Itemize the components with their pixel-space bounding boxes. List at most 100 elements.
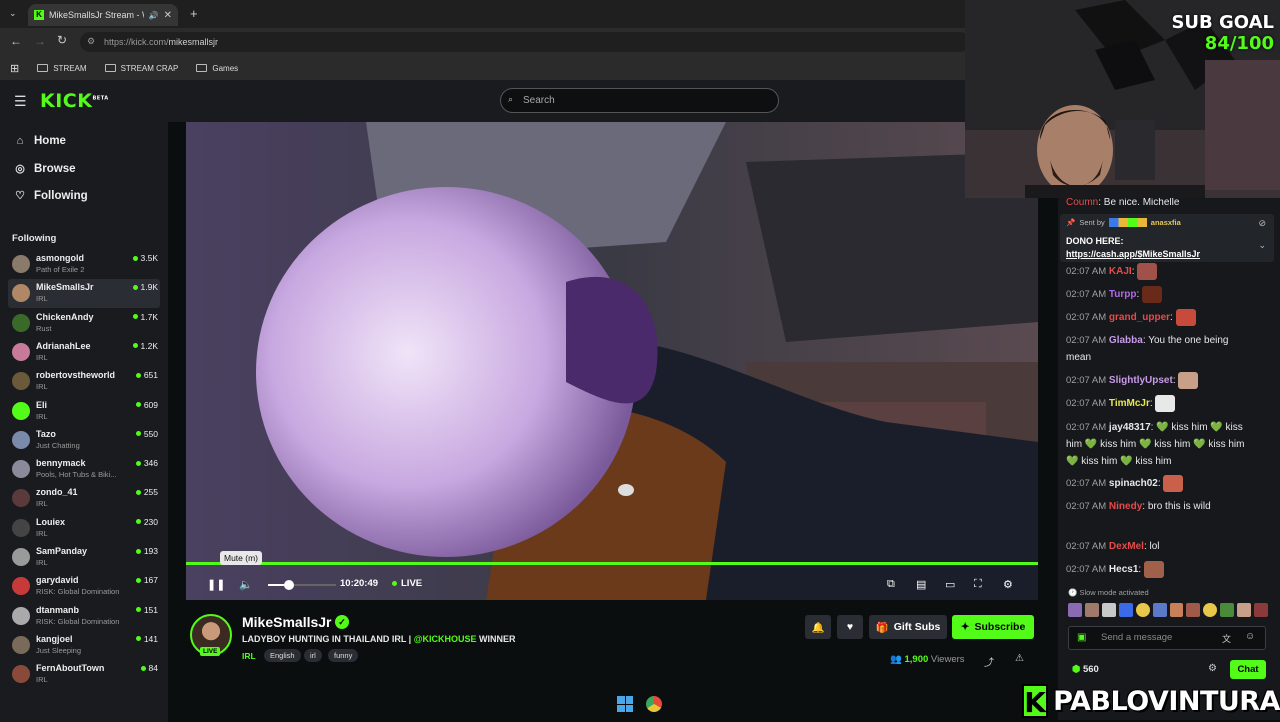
tag-english[interactable]: English: [264, 649, 301, 662]
back-icon[interactable]: ←: [10, 34, 22, 48]
stream-category[interactable]: IRL: [242, 651, 256, 661]
nav-home[interactable]: ⌂ Home: [14, 135, 66, 147]
subscribe-button[interactable]: ✦ Subscribe: [952, 615, 1034, 639]
sidebar-channel[interactable]: bennymack Pools, Hot Tubs & Biki... 346: [8, 455, 160, 484]
playback-progress-bar[interactable]: [186, 562, 1038, 565]
tag-irl[interactable]: irl: [304, 649, 322, 662]
sidebar-channel[interactable]: Eli IRL 609: [8, 397, 160, 426]
tag-funny[interactable]: funny: [328, 649, 359, 662]
miniplayer-icon[interactable]: ⧉: [887, 578, 895, 591]
badges-icon: [1108, 218, 1147, 227]
chat-user[interactable]: Coumn: [1066, 198, 1098, 208]
url-field[interactable]: https://kick.com/mikesmallsjr: [80, 32, 970, 52]
reload-icon[interactable]: ↻: [57, 33, 67, 47]
sidebar-channel[interactable]: SamPanday IRL 193: [8, 543, 160, 572]
sidebar-channel[interactable]: asmongold Path of Exile 2 3.5K: [8, 250, 160, 279]
forward-icon[interactable]: →: [34, 34, 46, 48]
emote-icon[interactable]: [1101, 603, 1116, 617]
chat-user[interactable]: Glabba: [1109, 335, 1143, 346]
tab-list-chevron-icon[interactable]: ⌄: [9, 8, 17, 19]
emote-icon[interactable]: [1118, 603, 1133, 617]
theater-mode-icon[interactable]: ▭: [945, 578, 955, 591]
nav-browse[interactable]: ◎ Browse: [14, 162, 75, 176]
browser-tab[interactable]: K MikeSmallsJr Stream - Watc 🔊 ✕: [28, 4, 178, 26]
gift-subs-button[interactable]: 🎁 Gift Subs: [869, 615, 947, 639]
chat-user[interactable]: spinach02: [1109, 478, 1158, 489]
emote-icon[interactable]: [1068, 603, 1082, 617]
chat-user[interactable]: KAJI: [1109, 266, 1132, 277]
report-icon[interactable]: ⚠: [1015, 653, 1024, 664]
emote-icon[interactable]: [1237, 603, 1252, 617]
chat-user[interactable]: Hecs1: [1109, 564, 1138, 575]
unpin-icon[interactable]: ⊘: [1258, 218, 1266, 229]
menu-icon[interactable]: ☰: [14, 93, 27, 110]
bookmark-stream-crap[interactable]: STREAM CRAP: [104, 64, 178, 73]
clip-icon[interactable]: ▤: [916, 578, 926, 591]
chat-user[interactable]: grand_upper: [1109, 312, 1170, 323]
notification-bell-button[interactable]: 🔔: [805, 615, 831, 639]
channel-viewers: 3.5K: [132, 253, 158, 263]
emoji-icon[interactable]: ☺: [1245, 631, 1255, 642]
speaker-icon[interactable]: 🔊: [149, 11, 159, 20]
new-tab-button[interactable]: +: [190, 6, 198, 21]
fullscreen-icon[interactable]: ⛶: [974, 578, 982, 591]
volume-icon[interactable]: 🔈: [239, 578, 253, 591]
pause-button[interactable]: ❚❚: [207, 578, 225, 591]
live-dot: [132, 255, 138, 261]
share-icon[interactable]: ⤴: [984, 654, 994, 669]
windows-start-icon[interactable]: [617, 696, 633, 712]
chat-user[interactable]: jay48317: [1109, 422, 1151, 433]
emote-icon[interactable]: [1220, 603, 1235, 617]
viewer-count-text: 151: [143, 604, 158, 615]
chat-user[interactable]: SlightlyUpset: [1109, 375, 1173, 386]
follow-button[interactable]: ♥: [837, 615, 863, 639]
bookmark-games[interactable]: Games: [196, 64, 238, 73]
sidebar-channel[interactable]: kangjoel Just Sleeping 141: [8, 631, 160, 660]
apps-grid-icon[interactable]: ⊞: [10, 62, 19, 75]
sidebar-channel[interactable]: Tazo Just Chatting 550: [8, 426, 160, 455]
emote-icon[interactable]: [1186, 603, 1201, 617]
chat-settings-icon[interactable]: ⚙: [1208, 663, 1217, 674]
sidebar-channel[interactable]: robertovstheworld IRL 651: [8, 367, 160, 396]
search-input[interactable]: Search: [500, 88, 779, 113]
sidebar-channel[interactable]: AdrianahLee IRL 1.2K: [8, 338, 160, 367]
sidebar-channel[interactable]: garydavid RISK: Global Domination 167: [8, 572, 160, 601]
emote-icon[interactable]: [1254, 603, 1269, 617]
chat-user[interactable]: Turpp: [1109, 289, 1137, 300]
chat-input[interactable]: Send a message: [1068, 626, 1266, 650]
volume-slider-handle[interactable]: [284, 580, 294, 590]
chat-user[interactable]: DexMel: [1109, 541, 1144, 552]
streamer-name[interactable]: MikeSmallsJr: [242, 614, 332, 630]
pinned-user[interactable]: anasxfia: [1151, 218, 1181, 227]
chat-user[interactable]: Ninedy: [1109, 501, 1142, 512]
sidebar-channel[interactable]: Louiex IRL 230: [8, 514, 160, 543]
channel-points[interactable]: ⬢ 560: [1072, 664, 1099, 675]
chat-badge-icon[interactable]: ▣: [1077, 632, 1086, 643]
translate-icon[interactable]: 文: [1222, 632, 1231, 645]
chat-send-button[interactable]: Chat: [1230, 660, 1266, 679]
emote-icon[interactable]: [1084, 603, 1099, 617]
chat-user[interactable]: TimMcJr: [1109, 398, 1150, 409]
channel-avatar: [12, 518, 30, 537]
emote-icon[interactable]: [1152, 603, 1167, 617]
close-tab-icon[interactable]: ✕: [164, 10, 172, 21]
pinned-link[interactable]: https://cash.app/$MikeSmallsJr: [1066, 249, 1200, 259]
settings-icon[interactable]: ⚙: [1003, 578, 1013, 591]
sidebar-channel[interactable]: dtanmanb RISK: Global Domination 151: [8, 602, 160, 631]
kick-logo[interactable]: KICKBETA: [40, 90, 109, 112]
emote-icon[interactable]: [1169, 603, 1184, 617]
site-info-icon[interactable]: ⚙: [87, 36, 95, 47]
volume-slider[interactable]: [268, 580, 336, 590]
chrome-taskbar-icon[interactable]: [646, 696, 662, 712]
bookmark-stream[interactable]: STREAM: [37, 64, 87, 73]
emote-icon[interactable]: [1135, 603, 1150, 617]
sidebar-channel[interactable]: ChickenAndy Rust 1.7K: [8, 309, 160, 338]
pinned-expand-chevron-icon[interactable]: ⌄: [1258, 240, 1266, 251]
title-mention[interactable]: @KICKHOUSE: [414, 634, 477, 644]
nav-following[interactable]: ♡ Following: [14, 189, 88, 203]
sidebar-channel[interactable]: FernAboutTown IRL 84: [8, 660, 160, 689]
sidebar-channel[interactable]: zondo_41 IRL 255: [8, 484, 160, 513]
sidebar-channel[interactable]: MikeSmallsJr IRL 1.9K: [8, 279, 160, 309]
emote-icon[interactable]: [1203, 603, 1218, 617]
video-player[interactable]: [186, 122, 1038, 600]
